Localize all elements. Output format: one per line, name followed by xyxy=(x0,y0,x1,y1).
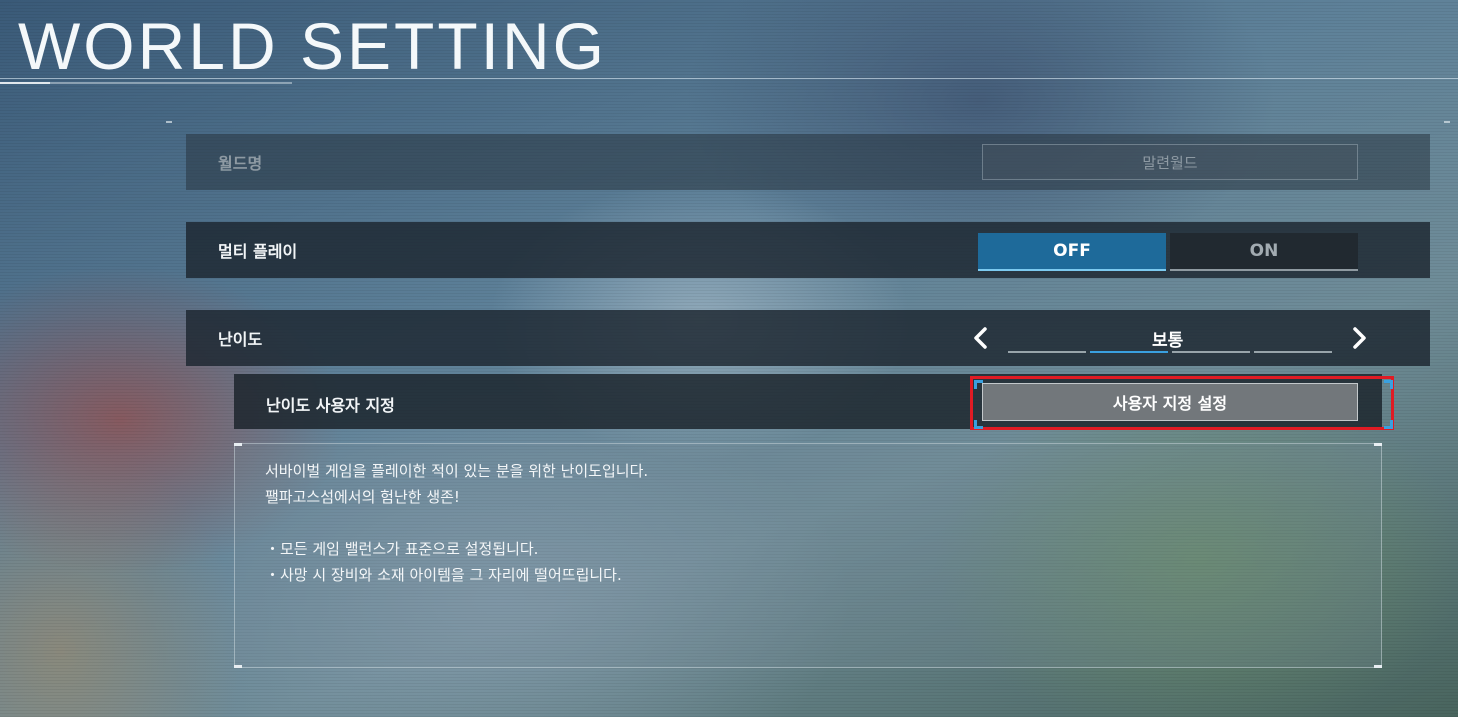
focus-corner xyxy=(1384,380,1393,389)
difficulty-level-segment xyxy=(1090,351,1168,353)
description-line: 팰파고스섬에서의 험난한 생존! xyxy=(265,488,460,506)
description-bullet: ・모든 게임 밸런스가 표준으로 설정됩니다. xyxy=(265,540,539,558)
focus-corner xyxy=(974,420,983,429)
difficulty-value: 보통 xyxy=(1152,331,1184,351)
difficulty-label: 난이도 xyxy=(218,330,263,349)
multiplayer-on-button[interactable]: ON xyxy=(1170,233,1358,271)
difficulty-level-segment xyxy=(1254,351,1332,353)
difficulty-row: 난이도 보통 xyxy=(186,310,1430,366)
multiplayer-label: 멀티 플레이 xyxy=(218,242,298,261)
custom-difficulty-label: 난이도 사용자 지정 xyxy=(266,396,395,415)
world-name-row: 월드명 말련월드 xyxy=(186,134,1430,190)
frame-tick-right xyxy=(1444,121,1450,123)
world-name-field: 말련월드 xyxy=(982,144,1358,180)
custom-settings-button[interactable]: 사용자 지정 설정 xyxy=(982,383,1358,421)
description-line: 서바이벌 게임을 플레이한 적이 있는 분을 위한 난이도입니다. xyxy=(265,462,649,480)
multiplayer-row: 멀티 플레이 OFF ON xyxy=(186,222,1430,278)
difficulty-prev-button[interactable] xyxy=(968,324,994,352)
custom-difficulty-row: 난이도 사용자 지정 사용자 지정 설정 xyxy=(234,374,1382,429)
panel-corner xyxy=(234,665,242,668)
panel-corner xyxy=(234,443,242,446)
page-title: WORLD SETTING xyxy=(18,9,608,83)
focus-corner xyxy=(1384,420,1393,429)
difficulty-description-panel: 서바이벌 게임을 플레이한 적이 있는 분을 위한 난이도입니다. 팰파고스섬에… xyxy=(234,443,1382,668)
panel-corner xyxy=(1374,665,1382,668)
title-accent-marker xyxy=(0,82,50,84)
panel-corner xyxy=(1374,443,1382,446)
chevron-left-icon xyxy=(974,327,987,349)
difficulty-level-segment xyxy=(1172,351,1250,353)
description-bullet: ・사망 시 장비와 소재 아이템을 그 자리에 떨어뜨립니다. xyxy=(265,566,622,584)
focus-corner xyxy=(974,380,983,389)
difficulty-next-button[interactable] xyxy=(1346,324,1372,352)
title-underline xyxy=(0,78,1458,79)
frame-tick-left xyxy=(166,121,172,123)
world-name-label: 월드명 xyxy=(218,154,263,173)
multiplayer-off-button[interactable]: OFF xyxy=(978,233,1166,271)
difficulty-level-segment xyxy=(1008,351,1086,353)
chevron-right-icon xyxy=(1353,327,1366,349)
